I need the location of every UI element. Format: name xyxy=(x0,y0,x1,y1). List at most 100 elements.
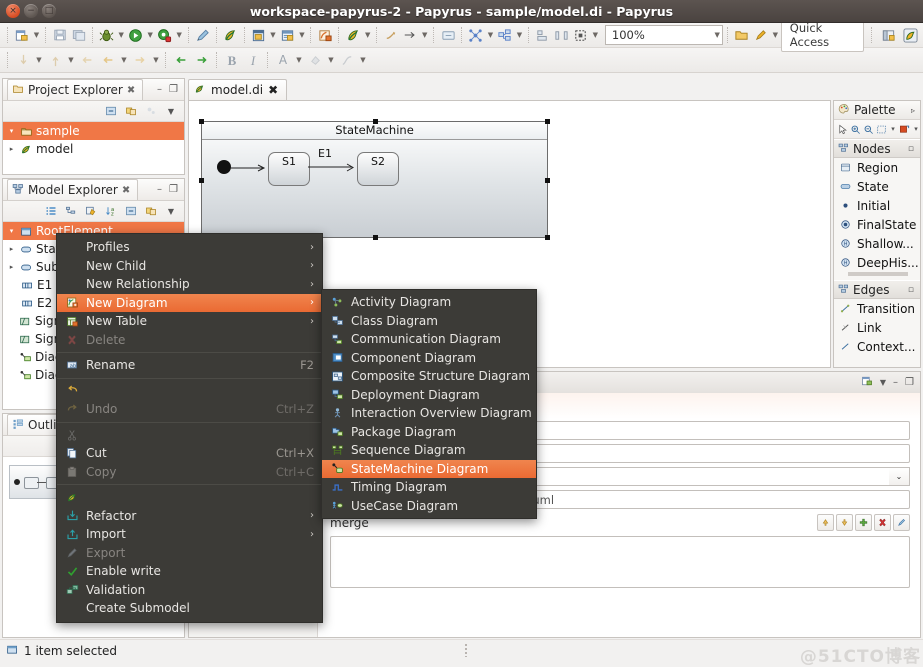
palette-item-shallow-history[interactable]: H Shallow... xyxy=(834,234,920,253)
menu-item-create-submodel[interactable]: Validation xyxy=(57,581,322,600)
expand-twisty[interactable]: ▸ xyxy=(7,145,16,153)
state-s1[interactable]: S1 xyxy=(268,152,310,186)
debug-icon[interactable] xyxy=(98,25,116,45)
palette-item-region[interactable]: Region xyxy=(834,158,920,177)
open-resource-dropdown-arrow[interactable]: ▼ xyxy=(297,25,306,45)
save-icon[interactable] xyxy=(51,25,69,45)
expand-twisty[interactable]: ▾ xyxy=(7,127,16,135)
run-dropdown-arrow[interactable]: ▼ xyxy=(146,25,155,45)
arrange-icon[interactable] xyxy=(496,25,514,45)
distribute-icon[interactable] xyxy=(553,25,571,45)
palette-item-link[interactable]: Link xyxy=(834,318,920,337)
pin-down-dropdown-arrow[interactable]: ▼ xyxy=(34,50,44,70)
submenu-item-component-diagram[interactable]: Component Diagram xyxy=(322,349,536,368)
new-icon[interactable] xyxy=(13,25,31,45)
menu-item-undo[interactable] xyxy=(57,382,322,401)
submenu-item-communication-diagram[interactable]: Communication Diagram xyxy=(322,330,536,349)
search-ref-icon[interactable] xyxy=(382,25,400,45)
initial-pseudostate[interactable] xyxy=(217,160,231,174)
menu-item-new-diagram[interactable]: New Diagram › xyxy=(57,293,322,312)
submenu-item-package-diagram[interactable]: Package Diagram xyxy=(322,423,536,442)
palette-drawer-edges[interactable]: Edges ▫ xyxy=(834,280,920,299)
delete-icon[interactable] xyxy=(874,514,891,531)
line-style-dropdown-arrow[interactable]: ▼ xyxy=(358,50,368,70)
submenu-item-usecase-diagram[interactable]: UseCase Diagram xyxy=(322,497,536,516)
drawer-collapse-icon[interactable]: ▫ xyxy=(908,285,920,295)
sort-icon[interactable]: az xyxy=(104,204,118,218)
undo-arrow-icon[interactable] xyxy=(171,50,191,70)
close-icon[interactable]: ✖ xyxy=(127,85,135,96)
submenu-item-activity-diagram[interactable]: Activity Diagram xyxy=(322,293,536,312)
highlight-dropdown-arrow[interactable]: ▼ xyxy=(771,25,780,45)
minimize-icon[interactable]: – xyxy=(157,84,162,95)
format-dropdown-arrow[interactable]: ▾ xyxy=(912,122,920,136)
palette-item-context-link[interactable]: Context... xyxy=(834,337,920,356)
menu-item-export[interactable]: Import › xyxy=(57,525,322,544)
layout-dropdown-arrow[interactable]: ▼ xyxy=(486,25,495,45)
submenu-item-statemachine-diagram[interactable]: StateMachine Diagram xyxy=(322,459,536,478)
new-diagram-submenu[interactable]: Activity Diagram Class Diagram Communica… xyxy=(321,289,537,519)
back-dropdown-arrow[interactable]: ▼ xyxy=(119,50,129,70)
palette-item-initial[interactable]: Initial xyxy=(834,196,920,215)
chevron-down-icon[interactable]: ▼ xyxy=(715,31,720,39)
submenu-item-composite-structure-diagram[interactable]: Composite Structure Diagram xyxy=(322,367,536,386)
select-icon[interactable] xyxy=(837,122,848,136)
transition-arrow[interactable] xyxy=(308,163,360,175)
context-menu[interactable]: Profiles › New Child › New Relationship … xyxy=(56,233,323,623)
submenu-item-sequence-diagram[interactable]: Sequence Diagram xyxy=(322,441,536,460)
zoom-in-icon[interactable] xyxy=(850,122,861,136)
menu-item-profiles[interactable]: Profiles › xyxy=(57,238,322,257)
profile-dropdown-arrow[interactable]: ▼ xyxy=(175,25,184,45)
resize-handle-n[interactable] xyxy=(373,119,378,124)
collapse-all-icon[interactable] xyxy=(124,204,138,218)
chevron-right-icon[interactable]: ▹ xyxy=(911,106,920,115)
resize-icon[interactable] xyxy=(572,25,590,45)
palette-item-deep-history[interactable]: H DeepHis... xyxy=(834,253,920,272)
expand-twisty[interactable]: ▸ xyxy=(7,245,16,253)
state-s2[interactable]: S2 xyxy=(357,152,399,186)
submenu-item-deployment-diagram[interactable]: Deployment Diagram xyxy=(322,386,536,405)
open-folder-icon[interactable] xyxy=(733,25,751,45)
resize-grip[interactable] xyxy=(464,644,467,657)
open-perspective-icon[interactable] xyxy=(880,25,897,45)
forward-dropdown-arrow[interactable]: ▼ xyxy=(420,25,429,45)
resize-handle-se[interactable] xyxy=(545,235,550,240)
resize-dropdown-arrow[interactable]: ▼ xyxy=(591,25,600,45)
run-icon[interactable] xyxy=(127,25,145,45)
resize-handle-e[interactable] xyxy=(545,178,550,183)
chevron-down-icon[interactable]: ⌄ xyxy=(889,467,910,486)
submenu-item-timing-diagram[interactable]: Timing Diagram xyxy=(322,478,536,497)
new-tab-icon[interactable] xyxy=(861,375,873,390)
debug-dropdown-arrow[interactable]: ▼ xyxy=(117,25,126,45)
pencil-icon[interactable] xyxy=(194,25,212,45)
link-with-editor-icon[interactable] xyxy=(124,104,138,118)
menu-item-import[interactable]: Refactor › xyxy=(57,507,322,526)
palette-item-transition[interactable]: Transition xyxy=(834,299,920,318)
open-type-dropdown-arrow[interactable]: ▼ xyxy=(268,25,277,45)
zoom-out-icon[interactable] xyxy=(863,122,874,136)
link-editor-icon[interactable] xyxy=(439,25,457,45)
maximize-icon[interactable]: ❐ xyxy=(905,377,914,388)
project-explorer-tree[interactable]: ▾ sample ▸ model xyxy=(3,122,184,174)
menu-item-copy[interactable]: Cut Ctrl+X xyxy=(57,444,322,463)
edit-icon[interactable] xyxy=(84,204,98,218)
view-menu-icon[interactable]: ▼ xyxy=(164,104,178,118)
forward-arrow-icon[interactable] xyxy=(401,25,419,45)
back-nav-icon[interactable] xyxy=(77,50,97,70)
close-icon[interactable]: ✖ xyxy=(122,185,130,196)
minimize-window-button[interactable]: − xyxy=(24,4,38,18)
resize-handle-ne[interactable] xyxy=(545,119,550,124)
highlight-icon[interactable] xyxy=(752,25,770,45)
focus-icon[interactable] xyxy=(144,104,158,118)
resize-handle-w[interactable] xyxy=(199,178,204,183)
papyrus-perspective-icon[interactable] xyxy=(344,25,362,45)
menu-item-navigate[interactable]: Create Submodel xyxy=(57,599,322,618)
move-up-icon[interactable] xyxy=(817,514,834,531)
menu-item-new-relationship[interactable]: New Relationship › xyxy=(57,275,322,294)
tab-model-explorer[interactable]: Model Explorer ✖ xyxy=(7,179,139,200)
close-icon[interactable]: ✖ xyxy=(268,83,278,97)
zoom-combo[interactable]: 100% ▼ xyxy=(604,25,723,45)
format-icon[interactable] xyxy=(899,122,910,136)
tree-item-model[interactable]: ▸ model xyxy=(3,140,184,158)
open-type-icon[interactable] xyxy=(249,25,267,45)
